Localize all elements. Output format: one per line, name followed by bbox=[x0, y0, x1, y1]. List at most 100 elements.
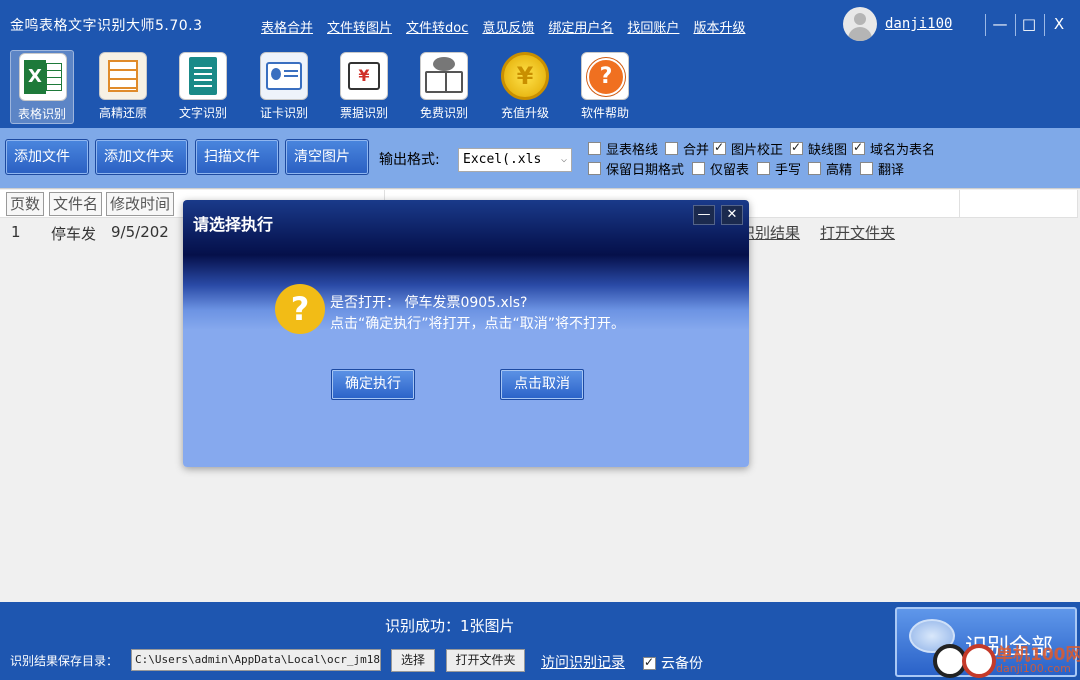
maximize-button[interactable]: □ bbox=[1018, 13, 1040, 35]
tool-free-ocr[interactable]: 免费识别 bbox=[412, 50, 476, 124]
checkbox[interactable] bbox=[692, 162, 705, 175]
tool-label: 免费识别 bbox=[419, 106, 468, 120]
option-table-only[interactable]: 仅留表 bbox=[692, 159, 749, 178]
tool-label: 软件帮助 bbox=[580, 106, 629, 120]
tool-label: 充值升级 bbox=[500, 106, 549, 120]
cell-filename: 停车发 bbox=[51, 225, 97, 243]
save-dir-label: 识别结果保存目录： bbox=[10, 654, 119, 668]
tool-label: 高精还原 bbox=[98, 106, 147, 120]
option-high-precision[interactable]: 高精 bbox=[808, 159, 852, 178]
receipt-icon: ¥ bbox=[340, 52, 388, 100]
layout-icon bbox=[99, 52, 147, 100]
app-window: 金鸣表格文字识别大师5.70.3 表格合并 文件转图片 文件转doc 意见反馈 … bbox=[0, 0, 1080, 680]
tool-id-card[interactable]: 证卡识别 bbox=[252, 50, 316, 124]
save-dir-field[interactable]: C:\Users\admin\AppData\Local\ocr_jm18 bbox=[131, 649, 381, 671]
option-keep-date-format[interactable]: 保留日期格式 bbox=[588, 159, 684, 178]
app-title: 金鸣表格文字识别大师5.70.3 bbox=[10, 18, 203, 34]
menu-file-to-image[interactable]: 文件转图片 bbox=[327, 17, 392, 36]
menu-upgrade[interactable]: 版本升级 bbox=[693, 17, 745, 36]
output-format-select[interactable]: Excel(.xls ⌵ bbox=[458, 148, 572, 172]
id-card-icon bbox=[260, 52, 308, 100]
menu-feedback[interactable]: 意见反馈 bbox=[482, 17, 534, 36]
tool-high-precision[interactable]: 高精还原 bbox=[91, 50, 155, 124]
checkbox[interactable] bbox=[588, 162, 601, 175]
divider bbox=[985, 14, 986, 36]
option-label: 图片校正 bbox=[731, 143, 784, 158]
option-show-grid[interactable]: 显表格线 bbox=[588, 139, 658, 158]
option-missing-lines[interactable]: 缺线图 bbox=[790, 139, 847, 158]
checkbox[interactable] bbox=[588, 142, 601, 155]
minimize-button[interactable]: — bbox=[989, 13, 1011, 35]
tool-recharge[interactable]: ¥ 充值升级 bbox=[493, 50, 557, 124]
tool-label: 证卡识别 bbox=[259, 106, 308, 120]
menu-table-merge[interactable]: 表格合并 bbox=[261, 17, 313, 36]
divider bbox=[1015, 14, 1016, 36]
username-link[interactable]: danji100 bbox=[885, 16, 952, 32]
close-button[interactable]: X bbox=[1048, 13, 1070, 35]
tool-help[interactable]: ? 软件帮助 bbox=[573, 50, 637, 124]
tool-receipt[interactable]: ¥ 票据识别 bbox=[332, 50, 396, 124]
column-header-modified[interactable]: 修改时间 bbox=[106, 192, 175, 216]
clear-images-button[interactable]: 清空图片 bbox=[285, 139, 369, 175]
option-label: 仅留表 bbox=[710, 163, 750, 178]
result-link[interactable]: 识别结果 bbox=[740, 222, 800, 243]
checkbox[interactable] bbox=[790, 140, 803, 155]
confirm-button[interactable]: 确定执行 bbox=[331, 369, 415, 400]
menu-bind-username[interactable]: 绑定用户名 bbox=[548, 17, 613, 36]
option-label: 缺线图 bbox=[808, 143, 848, 158]
add-file-button[interactable]: 添加文件 bbox=[5, 139, 89, 175]
option-label: 翻译 bbox=[878, 163, 905, 178]
main-toolbar: X 表格识别 高精还原 文字识别 证卡识别 ¥ 票据识别 免费识别 ¥ 充值升级… bbox=[0, 46, 1080, 128]
open-folder-button[interactable]: 打开文件夹 bbox=[446, 649, 525, 672]
output-format-label: 输出格式: bbox=[379, 152, 440, 168]
question-icon: ? bbox=[275, 284, 325, 334]
title-bar: 金鸣表格文字识别大师5.70.3 表格合并 文件转图片 文件转doc 意见反馈 … bbox=[0, 0, 1080, 46]
option-domain-as-sheetname[interactable]: 域名为表名 bbox=[852, 139, 935, 158]
dialog-minimize-button[interactable]: — bbox=[693, 205, 715, 225]
checkbox[interactable] bbox=[665, 142, 678, 155]
history-link[interactable]: 访问识别记录 bbox=[541, 652, 625, 672]
option-image-correction[interactable]: 图片校正 bbox=[713, 139, 783, 158]
avatar[interactable] bbox=[843, 7, 877, 41]
option-translate[interactable]: 翻译 bbox=[860, 159, 904, 178]
cloud-backup-option[interactable]: 云备份 bbox=[643, 653, 703, 673]
excel-icon: X bbox=[19, 53, 67, 101]
checkbox[interactable] bbox=[852, 140, 865, 155]
select-dir-button[interactable]: 选择 bbox=[391, 649, 435, 672]
dialog-message-line2: 点击“确定执行”将打开，点击“取消”将不打开。 bbox=[330, 316, 626, 332]
dialog-title: 请选择执行 bbox=[193, 215, 274, 234]
cell-page: 1 bbox=[11, 223, 21, 241]
help-icon: ? bbox=[581, 52, 629, 100]
watermark-subtext: danji100.com bbox=[996, 662, 1071, 675]
cancel-button[interactable]: 点击取消 bbox=[500, 369, 584, 400]
tool-table-ocr[interactable]: X 表格识别 bbox=[10, 50, 74, 124]
checkbox[interactable] bbox=[713, 140, 726, 155]
chevron-down-icon: ⌵ bbox=[560, 154, 567, 165]
output-format-value: Excel(.xls bbox=[463, 152, 542, 167]
dialog-close-button[interactable]: ✕ bbox=[721, 205, 743, 225]
option-merge[interactable]: 合并 bbox=[665, 139, 709, 158]
checkbox[interactable] bbox=[757, 162, 770, 175]
scan-file-button[interactable]: 扫描文件 bbox=[195, 139, 279, 175]
document-icon bbox=[179, 52, 227, 100]
option-label: 保留日期格式 bbox=[606, 163, 685, 178]
open-folder-link[interactable]: 打开文件夹 bbox=[820, 222, 895, 243]
option-handwriting[interactable]: 手写 bbox=[757, 159, 801, 178]
option-label: 域名为表名 bbox=[870, 143, 936, 158]
dialog-message-line1: 是否打开： 停车发票0905.xls? bbox=[330, 295, 528, 311]
tool-label: 票据识别 bbox=[339, 106, 388, 120]
menu-recover-account[interactable]: 找回账户 bbox=[627, 17, 679, 36]
add-folder-button[interactable]: 添加文件夹 bbox=[95, 139, 188, 175]
option-label: 手写 bbox=[775, 163, 802, 178]
status-footer: 识别成功：1张图片 识别结果保存目录： C:\Users\admin\AppDa… bbox=[0, 602, 1080, 680]
column-header-filename[interactable]: 文件名 bbox=[49, 192, 103, 216]
confirm-dialog: 请选择执行 — ✕ ? 是否打开： 停车发票0905.xls? 点击“确定执行”… bbox=[183, 200, 749, 467]
menu-file-to-doc[interactable]: 文件转doc bbox=[406, 17, 468, 36]
tool-text-ocr[interactable]: 文字识别 bbox=[171, 50, 235, 124]
checkbox[interactable] bbox=[808, 162, 821, 175]
checkbox[interactable] bbox=[860, 162, 873, 175]
checkbox[interactable] bbox=[643, 655, 656, 670]
column-header-page[interactable]: 页数 bbox=[6, 192, 45, 216]
cell-modified: 9/5/202 bbox=[111, 223, 169, 241]
status-text: 识别成功：1张图片 bbox=[385, 617, 515, 635]
